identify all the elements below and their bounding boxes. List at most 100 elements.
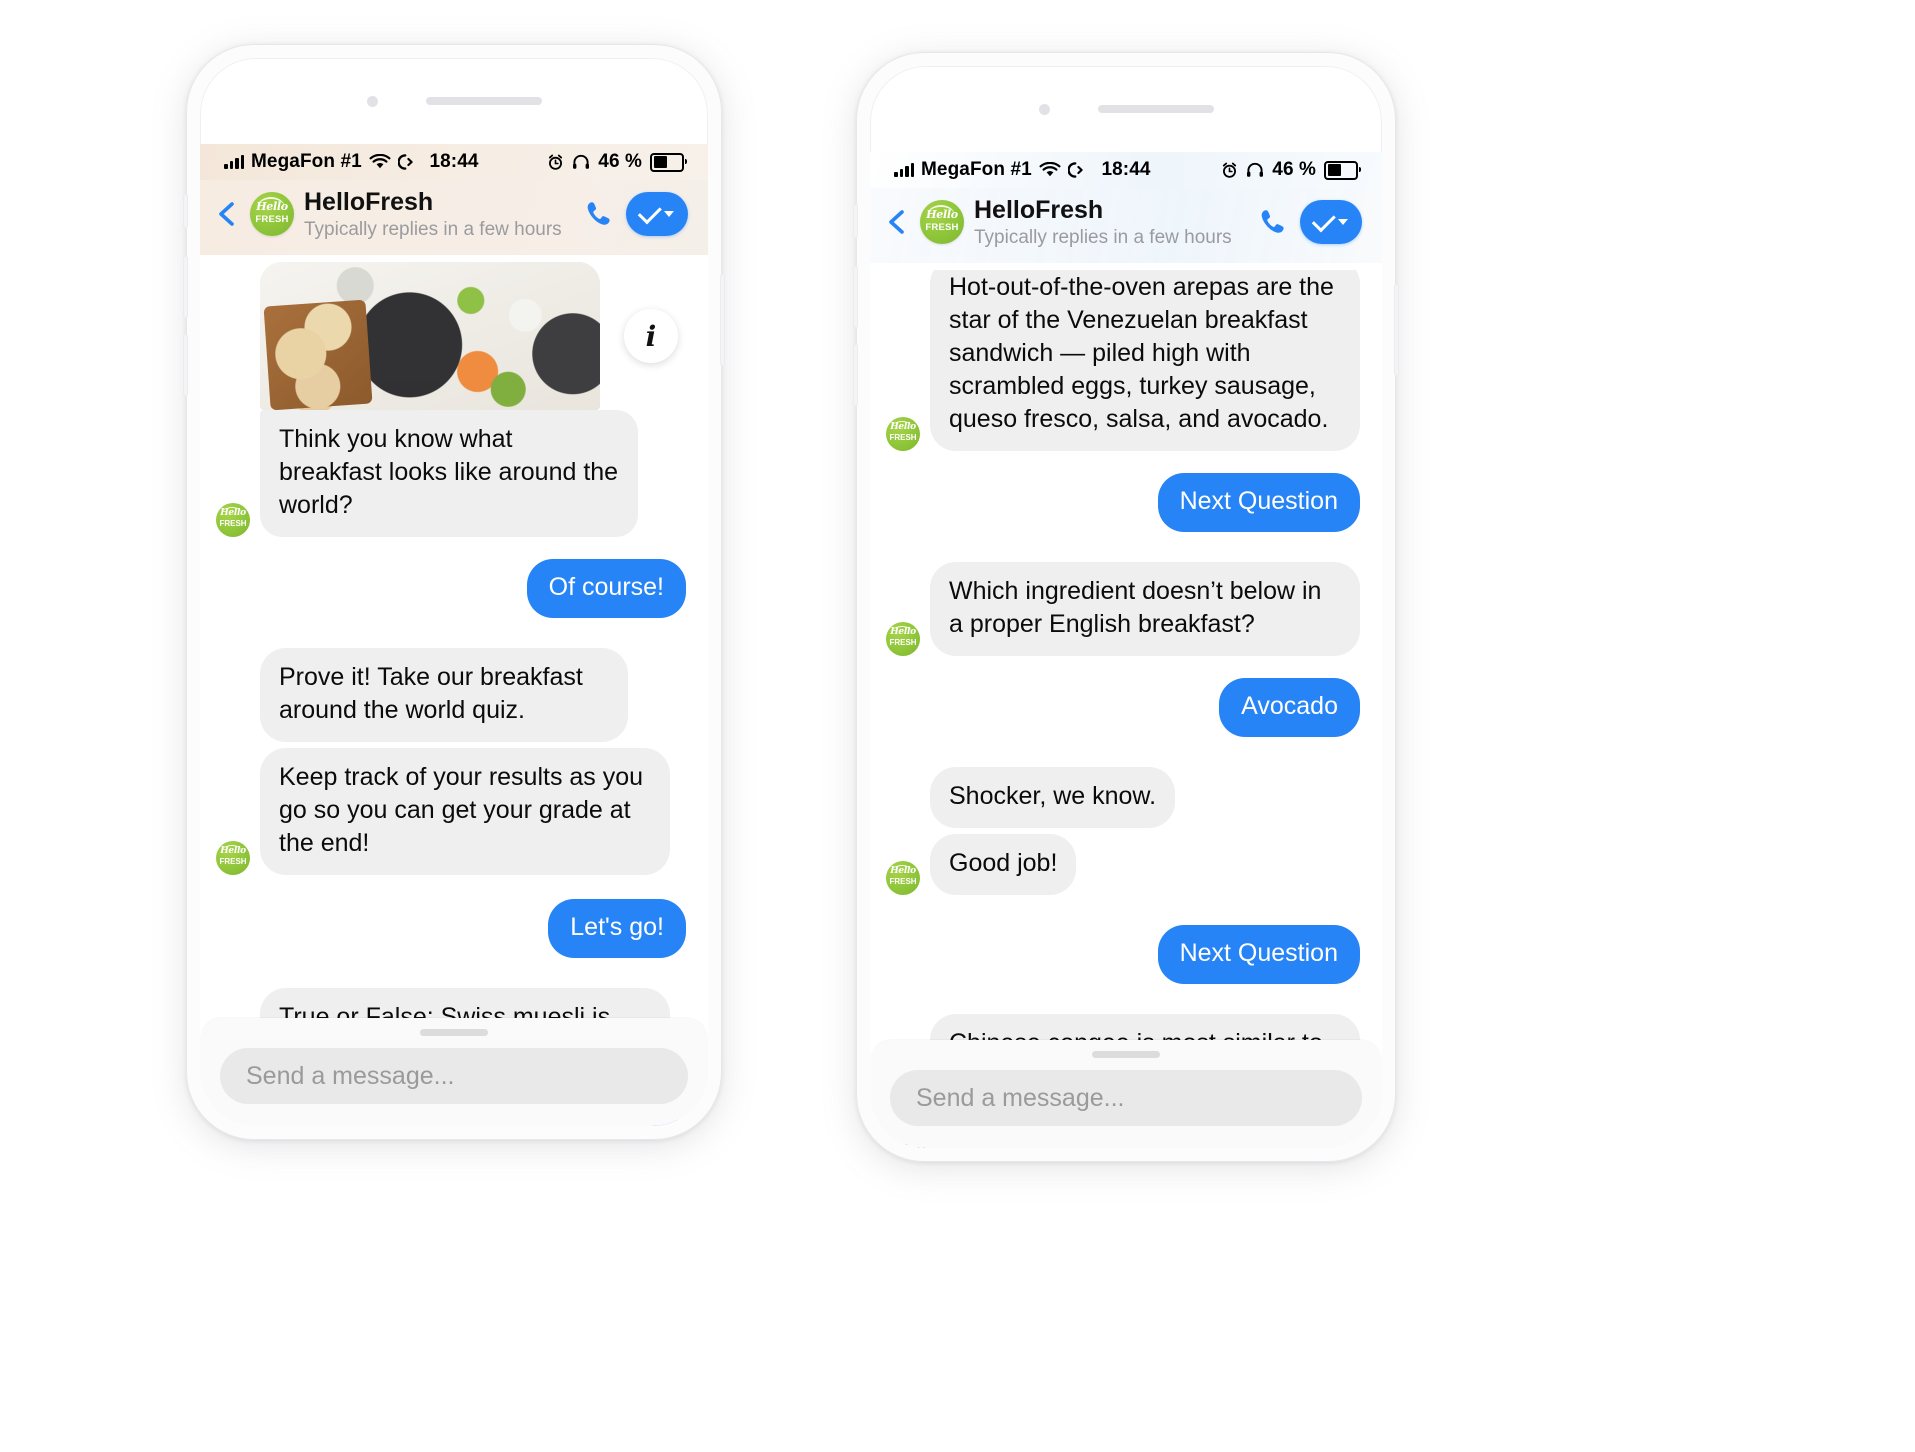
avatar-hello-text: Hello [220,508,246,519]
message-bubble: Good job! [930,834,1077,895]
phone-call-icon[interactable] [584,199,614,229]
message-row: Prove it! Take our breakfast around the … [216,648,686,742]
message-bubble: Of course! [526,559,686,618]
location-arrow-icon [397,154,413,170]
phone-right-body: MegaFon #1 18:44 46 % Hello FRESH HelloF… [870,66,1382,1148]
screen-right: MegaFon #1 18:44 46 % Hello FRESH HelloF… [870,152,1382,1148]
volume-up-button[interactable] [183,256,188,318]
avatar: Hello FRESH [886,417,920,451]
message-row: Next Question [886,473,1360,532]
status-bar-left: MegaFon #1 18:44 46 % [200,144,708,180]
search-input[interactable]: Send a message... [220,1048,688,1104]
avatar-fresh-text: FRESH [925,221,959,233]
avatar-slot: Hello FRESH [886,861,920,895]
chat-header-right: Hello FRESH HelloFresh Typically replies… [870,188,1382,263]
avatar-hello-text: Hello [256,200,288,214]
earpiece-speaker [1097,105,1214,113]
headphones-icon [573,154,590,169]
silent-switch[interactable] [853,204,858,238]
avatar-fresh-text: FRESH [889,638,917,647]
message-bubble: Keep track of your results as you go so … [260,748,670,875]
message-bubble: Think you know what breakfast looks like… [260,410,638,537]
header-text-block: HelloFresh Typically replies in a few ho… [974,196,1248,249]
message-bubble: Shocker, we know. [930,767,1176,828]
page-title: HelloFresh [304,188,434,216]
message-row: Hello FRESH Hot-out-of-the-oven arepas a… [886,270,1360,451]
power-button[interactable] [1394,284,1399,376]
info-badge-icon[interactable]: i [624,309,678,363]
chat-header-left: Hello FRESH HelloFresh Typically replies… [200,180,708,255]
avatar-fresh-text: FRESH [219,519,247,528]
avatar: Hello FRESH [216,503,250,537]
header-actions [584,192,688,237]
header-text-block: HelloFresh Typically replies in a few ho… [304,188,574,241]
composer-right: Send a message... [870,1040,1382,1148]
page-title: HelloFresh [974,196,1104,224]
battery-icon [650,152,687,172]
volume-down-button[interactable] [853,344,858,406]
front-camera-icon [366,95,378,107]
avatar-fresh-text: FRESH [889,877,917,886]
header-subtitle: Typically replies in a few hours [974,226,1232,248]
composer-left: Send a message... [200,1018,708,1126]
signal-bars-icon [894,163,914,177]
message-row: Hello FRESH Which ingredient doesn’t bel… [886,562,1360,656]
location-arrow-icon [1067,162,1083,178]
message-bubble: Prove it! Take our breakfast around the … [260,648,628,742]
message-bubble: Next Question [1157,925,1360,984]
check-dropdown-button[interactable] [1300,200,1362,245]
back-chevron-icon[interactable] [884,209,910,235]
alarm-clock-icon [549,154,563,170]
message-bubble: Next Question [1157,473,1360,532]
volume-up-button[interactable] [853,266,858,328]
battery-percent-label: 46 % [1272,159,1316,180]
message-row-photo: i [216,262,686,410]
power-button[interactable] [720,274,725,366]
drag-handle[interactable] [1092,1051,1160,1058]
avatar: Hello FRESH [216,841,250,875]
avatar-hello-text: Hello [890,866,916,877]
front-camera-icon [1038,103,1050,115]
avatar-slot: Hello FRESH [886,417,920,451]
volume-down-button[interactable] [183,334,188,396]
check-icon [637,200,662,225]
conversation-right[interactable]: Hello FRESH Hot-out-of-the-oven arepas a… [870,270,1382,1148]
avatar-hello-text: Hello [220,846,246,857]
carrier-label: MegaFon #1 [921,159,1032,180]
battery-icon [1324,160,1361,180]
message-row: Shocker, we know. [886,767,1360,828]
phone-call-icon[interactable] [1258,207,1288,237]
message-input-placeholder: Send a message... [246,1061,455,1090]
back-chevron-icon[interactable] [214,201,240,227]
breakfast-spread-photo[interactable] [260,262,600,410]
headphones-icon [1247,162,1264,177]
message-row: Hello FRESH Think you know what breakfas… [216,410,686,537]
avatar: Hello FRESH [250,192,294,237]
search-input[interactable]: Send a message... [890,1070,1362,1126]
message-bubble: Which ingredient doesn’t below in a prop… [930,562,1360,656]
chevron-down-icon [1338,219,1348,226]
message-bubble: Hot-out-of-the-oven arepas are the star … [930,270,1360,451]
conversation-left[interactable]: i Hello FRESH Think you know what breakf… [200,262,708,1126]
drag-handle[interactable] [420,1029,488,1036]
message-row: Hello FRESH Good job! [886,834,1360,895]
phone-left-body: MegaFon #1 18:44 46 % Hello FRESH HelloF… [200,58,708,1126]
check-dropdown-button[interactable] [626,192,688,237]
avatar-slot: Hello FRESH [216,503,250,537]
avatar-hello-text: Hello [890,627,916,638]
avatar-hello-text: Hello [926,208,958,222]
screenshot-canvas: MegaFon #1 18:44 46 % Hello FRESH HelloF… [0,0,1915,1452]
carrier-label: MegaFon #1 [251,151,362,172]
battery-percent-label: 46 % [598,151,642,172]
screen-left: MegaFon #1 18:44 46 % Hello FRESH HelloF… [200,144,708,1126]
alarm-clock-icon [1223,162,1237,178]
chevron-down-icon [664,211,674,218]
avatar-slot: Hello FRESH [216,841,250,875]
message-row: Next Question [886,925,1360,984]
check-icon [1311,208,1336,233]
message-row: Avocado [886,678,1360,737]
avatar-hello-text: Hello [890,422,916,433]
silent-switch[interactable] [183,194,188,228]
message-input-placeholder: Send a message... [916,1083,1125,1112]
wifi-icon [369,154,391,169]
